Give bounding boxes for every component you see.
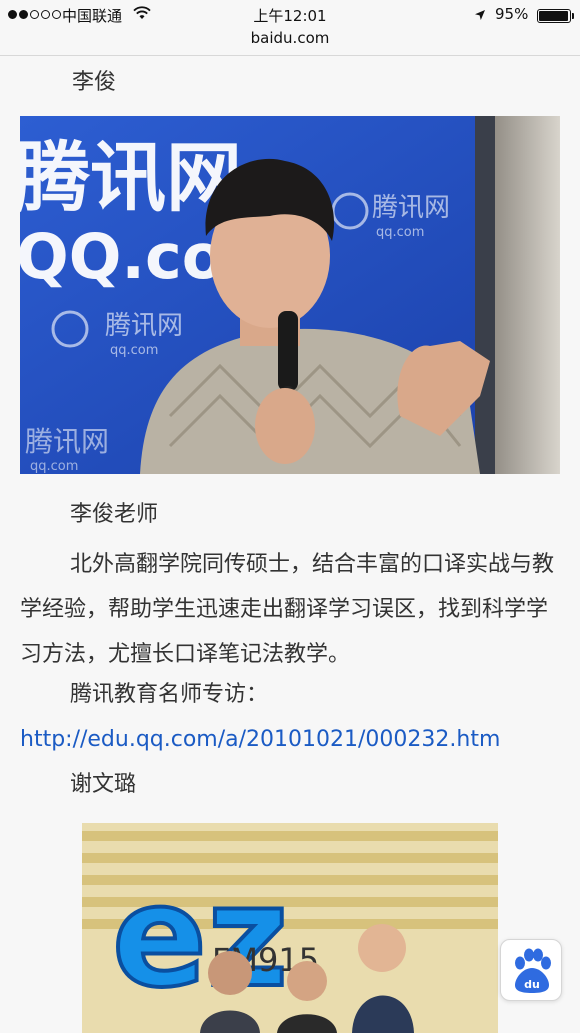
photo-caption-lijun: 李俊老师	[70, 502, 159, 527]
baidu-float-button[interactable]: du	[500, 939, 562, 1001]
location-arrow-icon	[474, 7, 486, 25]
teacher-photo-xiewenlu: ez FM915	[82, 823, 498, 1033]
svg-text:腾讯网: 腾讯网	[25, 425, 109, 458]
baidu-paw-icon: du	[515, 948, 551, 993]
teacher-name-heading: 李俊	[72, 70, 117, 95]
clock-time: 上午12:01	[253, 7, 327, 25]
teacher-name-heading-2: 谢文璐	[70, 772, 137, 797]
svg-text:du: du	[524, 978, 540, 991]
interview-label: 腾讯教育名师专访：	[70, 682, 269, 707]
teacher-photo-lijun: 腾讯网 QQ.com 腾讯网 qq.com 腾讯网 qq.com 腾讯网 qq.…	[20, 116, 560, 474]
svg-text:腾讯网: 腾讯网	[105, 311, 183, 341]
status-bar: 中国联通 上午12:01 95% baidu.com	[0, 0, 580, 56]
svg-text:qq.com: qq.com	[110, 343, 158, 358]
battery-icon	[537, 9, 574, 23]
battery-percentage: 95%	[495, 5, 529, 23]
teacher-bio-paragraph: 北外高翻学院同传硕士，结合丰富的口译实战与教学经验，帮助学生迅速走出翻译学习误区…	[20, 552, 555, 667]
interview-link[interactable]: http://edu.qq.com/a/20101021/000232.htm	[20, 727, 500, 752]
svg-text:qq.com: qq.com	[30, 459, 78, 474]
svg-text:腾讯网: 腾讯网	[372, 193, 450, 223]
svg-text:qq.com: qq.com	[376, 225, 424, 240]
page-url[interactable]: baidu.com	[0, 29, 580, 47]
svg-text:ez: ez	[112, 856, 288, 1019]
interview-paragraph: 腾讯教育名师专访： http://edu.qq.com/a/20101021/0…	[20, 672, 565, 762]
